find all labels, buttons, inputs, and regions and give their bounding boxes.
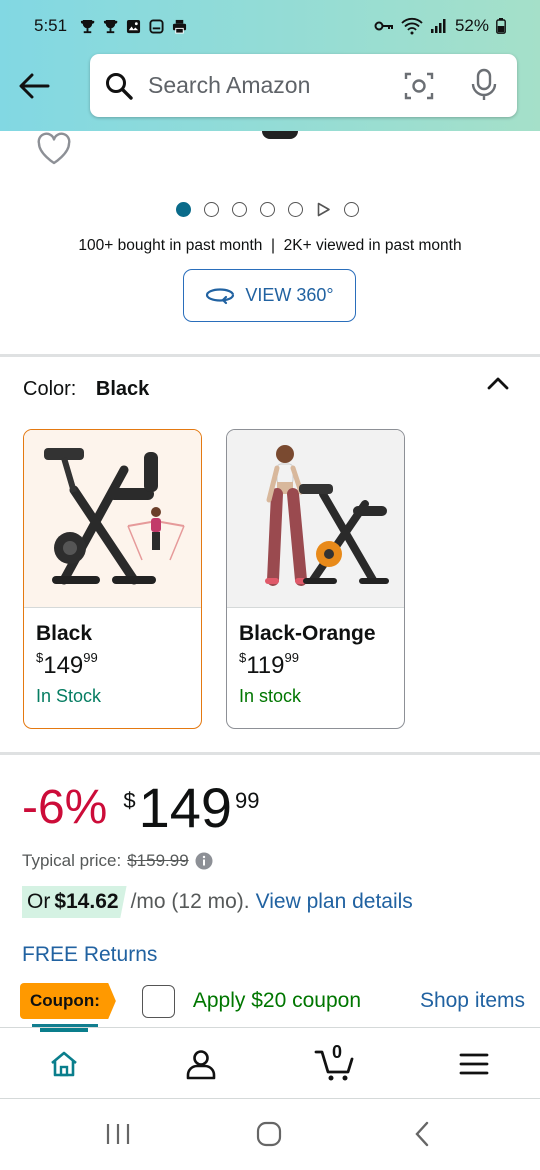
color-selector-header: Color: Black [23,378,149,401]
home-circle-icon [256,1121,282,1147]
free-returns-link[interactable]: FREE Returns [22,943,157,967]
typical-price-value: $159.99 [127,851,189,870]
trophy-icon [104,19,118,33]
apply-coupon-label[interactable]: Apply $20 coupon [193,989,361,1013]
active-indicator [40,1028,88,1032]
typical-price: Typical price: $159.99 [22,851,213,871]
carousel-dot-active[interactable] [176,202,191,217]
option-price: $14999 [36,650,98,679]
carousel-dot[interactable] [204,202,219,217]
cart-count: 0 [332,1042,343,1062]
color-value: Black [95,378,150,400]
nav-menu[interactable] [434,1028,514,1100]
chevron-up-icon[interactable] [486,375,510,391]
back-button[interactable] [16,66,52,106]
trophy-icon [81,19,95,33]
carousel-dot[interactable] [232,202,247,217]
product-image-edge [262,131,298,139]
print-icon [173,19,187,34]
chevron-left-icon [415,1121,429,1147]
image-icon [127,19,141,33]
view-360-button[interactable]: VIEW 360° [183,269,356,322]
recent-apps-button[interactable] [104,1117,132,1151]
bottom-navigation: 0 [0,1027,540,1099]
account-icon [186,1050,216,1080]
option-name: Black [36,622,93,645]
microphone-icon[interactable] [469,68,499,102]
section-divider [0,354,540,357]
home-icon [51,1051,77,1077]
option-name: Black-Orange [239,622,376,645]
back-system-button[interactable] [408,1117,436,1151]
option-stock: In stock [239,686,302,706]
search-input[interactable] [148,72,378,99]
search-bar[interactable] [90,54,517,117]
battery-percent: 52% [454,16,489,35]
color-option-black-orange[interactable]: Black-Orange $11999 In stock [226,429,405,729]
nav-account[interactable] [161,1028,241,1100]
current-price: $ 149 99 [123,776,260,839]
home-button[interactable] [254,1117,284,1151]
carousel-dot[interactable] [344,202,359,217]
monthly-terms: /mo (12 mo). [130,890,250,913]
rotate-360-icon [206,287,235,304]
color-option-black[interactable]: Black $14999 In Stock [23,429,202,729]
typical-price-label: Typical price: [22,851,122,870]
price-block: -6% $ 149 99 [22,780,260,836]
status-system-icons: 52% [374,16,506,36]
camera-search-icon[interactable] [403,70,435,102]
arrow-left-icon [19,73,50,99]
wifi-icon [401,17,423,35]
heart-icon[interactable] [36,132,72,166]
section-divider [0,752,540,755]
video-play-icon[interactable] [316,202,331,217]
recent-apps-icon [106,1124,130,1144]
status-time: 5:51 [34,16,68,35]
color-label: Color: [23,378,77,400]
shop-items-link[interactable]: Shop items [420,989,525,1013]
nav-home[interactable] [24,1028,104,1100]
option-price: $11999 [239,650,299,679]
exercise-bike-image [44,448,185,585]
image-carousel-dots [176,202,359,217]
product-thumbnail [227,430,404,608]
nav-cart[interactable]: 0 [296,1028,376,1100]
monthly-payment: Or $14.62 /mo (12 mo). View plan details [22,886,413,918]
view-plan-details-link[interactable]: View plan details [256,890,413,914]
option-stock: In Stock [36,686,102,706]
status-bar: 5:51 52% [0,0,540,52]
signal-icon [430,19,446,33]
coupon-row: Coupon: Apply $20 coupon Shop items [20,981,525,1021]
coupon-checkbox[interactable] [141,984,175,1018]
battery-icon [496,18,506,34]
menu-icon [459,1053,489,1075]
search-icon [106,72,133,100]
view-360-label: VIEW 360° [245,285,334,305]
info-icon[interactable] [195,852,213,870]
monthly-pill: Or $14.62 [22,886,127,918]
voicemail-icon [149,18,164,34]
purchase-stats: 100+ bought in past month | 2K+ viewed i… [78,237,462,254]
carousel-dot[interactable] [260,202,275,217]
carousel-dot[interactable] [288,202,303,217]
system-navigation-bar [0,1099,540,1170]
coupon-badge: Coupon: [20,983,116,1019]
key-icon [374,21,393,31]
exercise-bike-orange-image [265,445,389,586]
discount-percent: -6% [22,781,108,834]
status-notification-icons [79,18,188,34]
product-thumbnail [24,430,201,608]
